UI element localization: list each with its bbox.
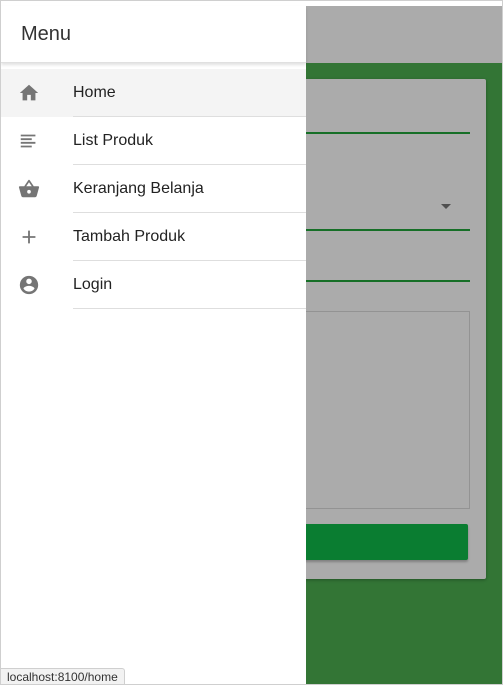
basket-icon bbox=[1, 178, 73, 200]
add-icon bbox=[1, 226, 73, 248]
browser-viewport: Menu Home List Produk Keranjang Belanja bbox=[0, 0, 503, 685]
menu-title: Menu bbox=[21, 22, 72, 45]
menu-item-keranjang-belanja[interactable]: Keranjang Belanja bbox=[1, 165, 306, 213]
menu-item-home[interactable]: Home bbox=[1, 69, 306, 117]
menu-list: Home List Produk Keranjang Belanja Tamba… bbox=[1, 63, 306, 309]
menu-item-list-produk[interactable]: List Produk bbox=[1, 117, 306, 165]
menu-item-tambah-produk[interactable]: Tambah Produk bbox=[1, 213, 306, 261]
account-icon bbox=[1, 274, 73, 296]
list-icon bbox=[1, 130, 73, 152]
menu-item-label: List Produk bbox=[73, 117, 306, 165]
menu-item-label: Keranjang Belanja bbox=[73, 165, 306, 213]
menu-header: Menu bbox=[1, 6, 306, 63]
home-icon bbox=[1, 82, 73, 104]
status-bar-url: localhost:8100/home bbox=[1, 668, 125, 684]
menu-item-label: Home bbox=[73, 69, 306, 117]
menu-item-login[interactable]: Login bbox=[1, 261, 306, 309]
side-menu: Menu Home List Produk Keranjang Belanja bbox=[1, 6, 306, 684]
menu-item-label: Tambah Produk bbox=[73, 213, 306, 261]
menu-item-label: Login bbox=[73, 261, 306, 309]
